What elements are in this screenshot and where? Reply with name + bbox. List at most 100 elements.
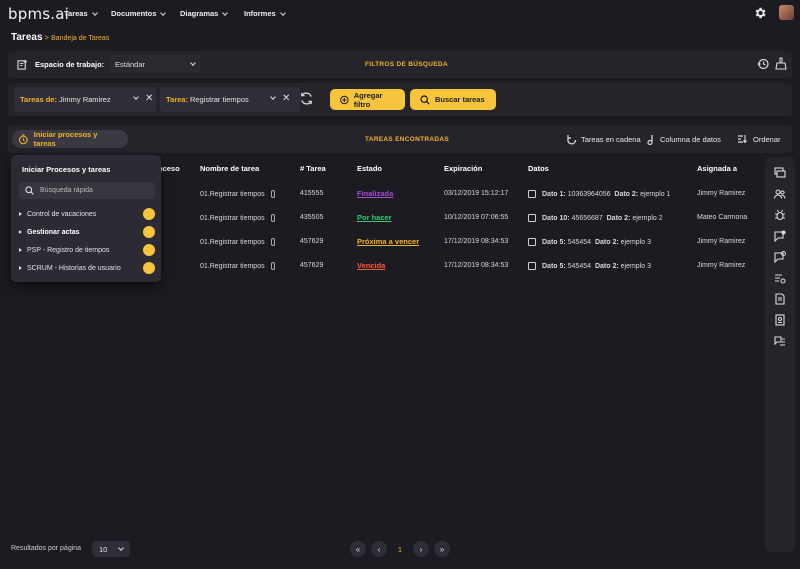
close-icon[interactable]: ✕ [145,93,153,104]
start-icon[interactable] [143,262,155,274]
document-settings-icon[interactable] [774,293,786,305]
list-settings-icon[interactable] [774,272,786,284]
status-badge[interactable]: Por hacer [357,213,392,222]
current-page[interactable]: 1 [392,541,408,557]
task-name[interactable]: 01.Registrar tiempos [200,190,275,198]
attachment-icon[interactable] [270,190,275,198]
start-processes-button[interactable]: Iniciar procesos y tareas [12,130,128,148]
plus-circle-icon [340,95,349,104]
chain-icon [567,135,577,145]
filter-chip-task[interactable]: Tarea: Registrar tiempos ✕ [160,87,300,112]
close-icon[interactable]: ✕ [282,93,290,104]
col-header-task-number[interactable]: # Tarea [300,164,326,173]
double-chevron-right-icon: » [439,544,445,554]
clear-filters-icon[interactable] [775,57,787,70]
filters-panel: Tareas de: Jimmy Ramirez ✕ Tarea: Regist… [8,83,792,116]
dropdown-item[interactable]: Control de vacaciones [19,207,155,221]
col-header-task-name[interactable]: Nombre de tarea [200,164,259,173]
first-page-button[interactable]: « [350,541,366,557]
double-chevron-left-icon: « [355,544,361,554]
chevron-down-icon [118,545,124,551]
chevron-left-icon: ‹ [377,544,381,554]
breadcrumb-current[interactable]: Bandeja de Tareas [51,35,109,42]
chevron-down-icon[interactable] [270,94,276,100]
refresh-icon[interactable] [299,91,314,106]
attachment-icon[interactable] [270,214,275,222]
task-name[interactable]: 01.Registrar tiempos [200,238,275,246]
task-data: Dato 5: 545454 Dato 2: ejemplo 3 [528,262,651,270]
status-badge[interactable]: Vencida [357,261,385,270]
per-page-select[interactable]: 10 [92,541,130,557]
search-icon [420,94,430,105]
task-data: Dato 1: 10363964056 Dato 2: ejemplo 1 [528,190,670,198]
tasks-section-title: TAREAS ENCONTRADAS [365,136,450,143]
col-header-state[interactable]: Estado [357,164,382,173]
expiration-date: 17/12/2019 08:34:53 [444,262,509,269]
chat-list-icon[interactable] [774,335,786,347]
task-data: Dato 5: 545454 Dato 2: ejemplo 3 [528,238,651,246]
bug-icon[interactable] [774,209,786,221]
breadcrumb: Tareas > Bandeja de Tareas [11,32,110,43]
sort-button[interactable]: Ordenar [737,134,781,144]
start-icon[interactable] [143,226,155,238]
gear-icon[interactable] [753,6,767,20]
calendar-icon[interactable] [528,262,536,270]
history-icon[interactable] [757,58,769,70]
start-icon[interactable] [143,208,155,220]
nav-informes[interactable]: Informes [244,9,286,18]
calendar-icon[interactable] [528,190,536,198]
attachment-icon[interactable] [270,262,275,270]
start-icon[interactable] [143,244,155,256]
status-badge[interactable]: Finalizada [357,189,393,198]
attachment-icon[interactable] [270,238,275,246]
dropdown-item[interactable]: PSP - Registro de tiempos [19,243,155,257]
status-badge[interactable]: Próxima a vencer [357,237,419,246]
comment-icon[interactable] [774,251,786,263]
nav-diagramas[interactable]: Diagramas [180,9,229,18]
add-filter-button[interactable]: Agregar filtro [330,89,405,110]
col-header-data[interactable]: Datos [528,164,549,173]
chevron-down-icon[interactable] [133,94,139,100]
dropdown-item[interactable]: SCRUM - Historias de usuario [19,261,155,275]
search-icon [25,186,34,195]
calendar-icon[interactable] [528,238,536,246]
per-page-label: Resultados por página [11,545,82,552]
workspace-select[interactable]: Estándar [109,55,201,73]
expand-icon [19,266,22,270]
logo[interactable]: bpms.ai [8,5,69,23]
chevron-down-icon [222,9,229,16]
workspace-icon [17,59,28,70]
assigned-user: Jimmy Ramirez [697,262,746,269]
task-number: 415555 [300,190,324,197]
filter-chip-assignee[interactable]: Tareas de: Jimmy Ramirez ✕ [14,87,156,112]
task-data: Dato 10: 45656687 Dato 2: ejemplo 2 [528,214,663,222]
data-column-button[interactable]: Columna de datos [647,134,721,145]
assigned-user: Jimmy Ramirez [697,238,746,245]
report-icon[interactable] [774,314,786,326]
chevron-right-icon: › [419,544,423,554]
chat-add-icon[interactable] [774,230,786,242]
col-header-process[interactable]: oceso [158,164,180,173]
quick-search-input[interactable]: Búsqueda rápida [19,182,155,199]
nav-documentos[interactable]: Documentos [111,9,167,18]
sort-icon [738,135,747,144]
chained-tasks-button[interactable]: Tareas en cadena [567,134,641,145]
last-page-button[interactable]: » [434,541,450,557]
avatar[interactable] [779,5,794,20]
col-header-assigned[interactable]: Asignada a [697,164,737,173]
column-icon [647,135,653,145]
expiration-date: 03/12/2019 15:12:17 [444,190,509,197]
next-page-button[interactable]: › [413,541,429,557]
prev-page-button[interactable]: ‹ [371,541,387,557]
nav-tareas[interactable]: Tareas [64,9,98,18]
tasks-toolbar: Iniciar procesos y tareas TAREAS ENCONTR… [8,125,792,153]
task-name[interactable]: 01.Registrar tiempos [200,214,275,222]
dropdown-item[interactable]: Gestionar actas [19,225,155,239]
users-icon[interactable] [774,188,786,200]
task-name[interactable]: 01.Registrar tiempos [200,262,275,270]
search-tasks-button[interactable]: Buscar tareas [410,89,496,110]
calendar-icon[interactable] [528,214,536,222]
col-header-expiration[interactable]: Expiración [444,164,482,173]
windows-icon[interactable] [774,167,786,179]
chevron-down-icon [160,9,167,16]
